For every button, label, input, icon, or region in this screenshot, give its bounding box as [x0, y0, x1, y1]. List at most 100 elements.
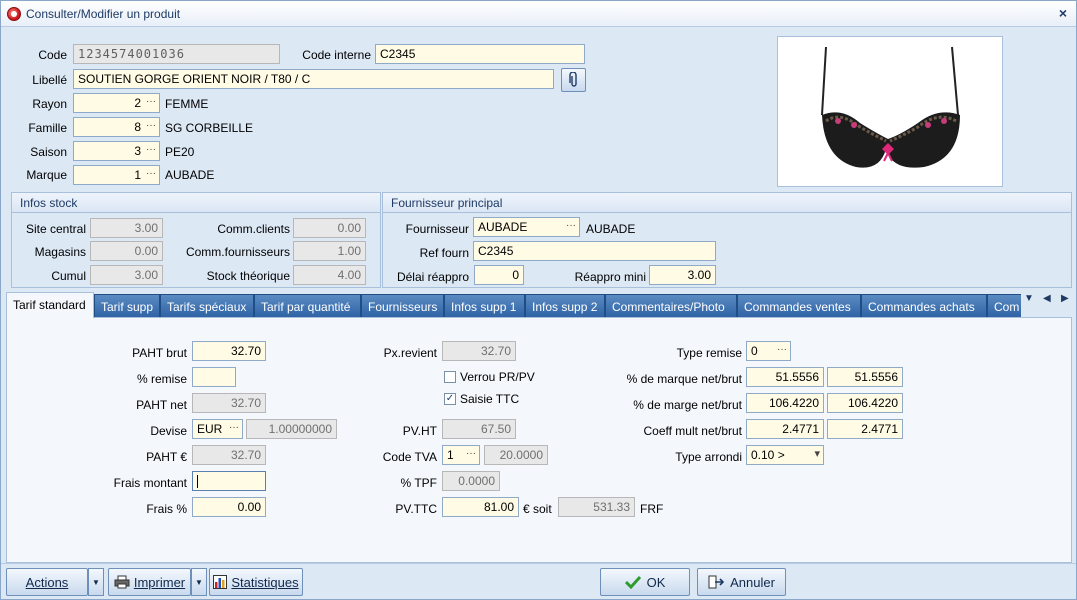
- tarif-standard-panel: PAHT brut 32.70 % remise PAHT net 32.70 …: [6, 317, 1072, 563]
- pvht-field[interactable]: 67.50: [442, 419, 516, 439]
- marque-field[interactable]: 1 ···: [73, 165, 160, 185]
- tab-commandes-achats[interactable]: Commandes achats: [861, 294, 987, 318]
- close-icon[interactable]: ×: [1055, 5, 1071, 21]
- actions-label: Actions: [25, 574, 69, 590]
- fournisseur-lookup-icon[interactable]: ···: [566, 219, 576, 233]
- tab-tarif-par-quantite[interactable]: Tarif par quantité: [254, 294, 361, 318]
- app-logo-icon: [7, 7, 21, 21]
- product-photo: [777, 36, 1003, 187]
- code-interne-label: Code interne: [302, 48, 371, 62]
- frais-montant-label: Frais montant: [113, 476, 187, 490]
- magasins-field[interactable]: 0.00: [90, 241, 163, 261]
- frais-pct-field[interactable]: 0.00: [192, 497, 266, 517]
- tva-rate-field[interactable]: 20.0000: [484, 445, 548, 465]
- libelle-label: Libellé: [32, 73, 67, 87]
- imprimer-dropdown-button[interactable]: ▼: [191, 568, 207, 596]
- libelle-field[interactable]: SOUTIEN GORGE ORIENT NOIR / T80 / C: [73, 69, 554, 89]
- coeff-net-field[interactable]: 2.4771: [746, 419, 824, 439]
- tab-list-dropdown-icon[interactable]: ▼: [1024, 293, 1034, 304]
- rayon-name: FEMME: [165, 97, 209, 111]
- cumul-field[interactable]: 3.00: [90, 265, 163, 285]
- checkmark-icon: [624, 575, 641, 589]
- saison-label: Saison: [30, 145, 67, 159]
- remise-field[interactable]: [192, 367, 236, 387]
- rayon-lookup-icon[interactable]: ···: [146, 95, 156, 109]
- reappro-mini-field[interactable]: 3.00: [649, 265, 716, 285]
- actions-button[interactable]: Actions: [6, 568, 88, 596]
- tab-next-icon[interactable]: ▶: [1061, 293, 1069, 304]
- saison-value: 3: [134, 144, 141, 158]
- pvttc-label: PV.TTC: [395, 502, 437, 516]
- imprimer-button[interactable]: Imprimer: [108, 568, 191, 596]
- famille-field[interactable]: 8 ···: [73, 117, 160, 137]
- site-central-field[interactable]: 3.00: [90, 218, 163, 238]
- attach-button[interactable]: [561, 68, 586, 92]
- code-tva-lookup-icon[interactable]: ···: [466, 447, 476, 461]
- frf-label: FRF: [640, 502, 664, 516]
- marge-brut-field[interactable]: 106.4220: [827, 393, 903, 413]
- marque-name: AUBADE: [165, 168, 215, 182]
- ok-button[interactable]: OK: [600, 568, 690, 596]
- code-interne-field[interactable]: C2345: [375, 44, 585, 64]
- marque-value: 1: [134, 168, 141, 182]
- paht-eur-label: PAHT €: [146, 450, 187, 464]
- tab-commandes-ventes[interactable]: Commandes ventes: [737, 294, 861, 318]
- reappro-mini-label: Réappro mini: [574, 270, 646, 284]
- devise-rate-field[interactable]: 1.00000000: [246, 419, 337, 439]
- comm-fournisseurs-field[interactable]: 1.00: [293, 241, 366, 261]
- marque-lookup-icon[interactable]: ···: [146, 167, 156, 181]
- tpf-field[interactable]: 0.0000: [442, 471, 500, 491]
- statistiques-button[interactable]: Statistiques: [209, 568, 303, 596]
- tab-fournisseurs[interactable]: Fournisseurs: [361, 294, 444, 318]
- saison-lookup-icon[interactable]: ···: [146, 143, 156, 157]
- marge-net-field[interactable]: 106.4220: [746, 393, 824, 413]
- marque-brut-field[interactable]: 51.5556: [827, 367, 903, 387]
- famille-lookup-icon[interactable]: ···: [146, 119, 156, 133]
- annuler-button[interactable]: Annuler: [697, 568, 786, 596]
- code-field[interactable]: 1234574001036: [73, 44, 280, 64]
- dropdown-arrow-icon[interactable]: ▾: [814, 447, 820, 461]
- type-remise-lookup-icon[interactable]: ···: [777, 343, 787, 357]
- verrou-checkbox[interactable]: [444, 371, 456, 383]
- type-remise-field[interactable]: 0 ···: [746, 341, 791, 361]
- tab-infos-supp-1[interactable]: Infos supp 1: [444, 294, 525, 318]
- delai-reappro-field[interactable]: 0: [474, 265, 524, 285]
- ref-fourn-field[interactable]: C2345: [473, 241, 716, 261]
- text-caret: [197, 475, 198, 489]
- fournisseur-field[interactable]: AUBADE ···: [473, 217, 580, 237]
- tab-tarif-supp[interactable]: Tarif supp: [94, 294, 160, 318]
- px-revient-field[interactable]: 32.70: [442, 341, 516, 361]
- stock-theorique-field[interactable]: 4.00: [293, 265, 366, 285]
- paht-brut-field[interactable]: 32.70: [192, 341, 266, 361]
- fournisseur-value: AUBADE: [478, 220, 528, 234]
- tab-tarif-standard[interactable]: Tarif standard: [6, 292, 94, 318]
- paht-eur-field[interactable]: 32.70: [192, 445, 266, 465]
- famille-name: SG CORBEILLE: [165, 121, 254, 135]
- devise-lookup-icon[interactable]: ···: [229, 421, 239, 435]
- paht-net-field[interactable]: 32.70: [192, 393, 266, 413]
- rayon-field[interactable]: 2 ···: [73, 93, 160, 113]
- comm-clients-field[interactable]: 0.00: [293, 218, 366, 238]
- saison-field[interactable]: 3 ···: [73, 141, 160, 161]
- remise-label: % remise: [136, 372, 187, 386]
- type-arrondi-select[interactable]: 0.10 > ▾: [746, 445, 824, 465]
- devise-value: EUR: [197, 422, 223, 436]
- tab-commentaires-photo[interactable]: Commentaires/Photo: [605, 294, 737, 318]
- tab-infos-supp-2[interactable]: Infos supp 2: [525, 294, 605, 318]
- frais-montant-field[interactable]: [192, 471, 266, 491]
- tab-tarifs-speciaux[interactable]: Tarifs spéciaux: [160, 294, 254, 318]
- magasins-label: Magasins: [34, 245, 86, 259]
- statistiques-label: Statistiques: [231, 574, 299, 590]
- tab-com[interactable]: Com: [987, 294, 1021, 318]
- chart-icon: [213, 575, 228, 589]
- devise-field[interactable]: EUR ···: [192, 419, 243, 439]
- tab-prev-icon[interactable]: ◀: [1043, 293, 1051, 304]
- code-tva-field[interactable]: 1 ···: [442, 445, 480, 465]
- frf-field[interactable]: 531.33: [558, 497, 635, 517]
- paperclip-icon: [568, 72, 577, 87]
- actions-dropdown-button[interactable]: ▼: [88, 568, 104, 596]
- saisie-ttc-checkbox[interactable]: ✓: [444, 393, 456, 405]
- pvttc-field[interactable]: 81.00: [442, 497, 519, 517]
- marque-net-field[interactable]: 51.5556: [746, 367, 824, 387]
- coeff-brut-field[interactable]: 2.4771: [827, 419, 903, 439]
